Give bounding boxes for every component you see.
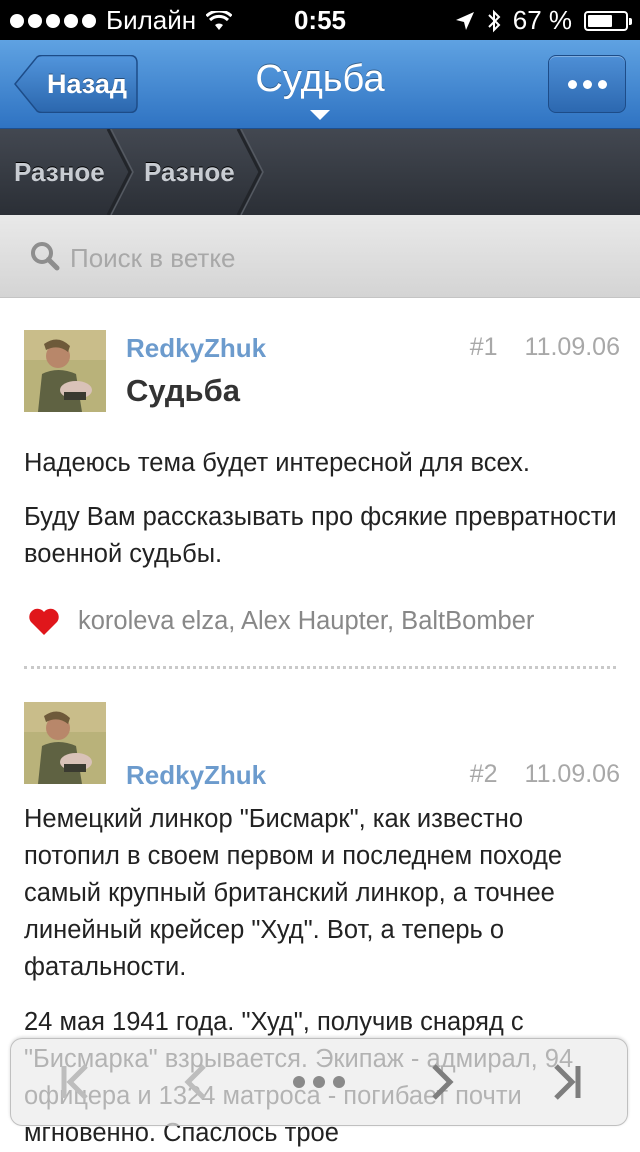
author-name[interactable]: RedkyZhuk [126,333,266,364]
last-page-button[interactable] [531,1039,601,1125]
search-input[interactable] [30,237,632,279]
search-bar [0,215,640,298]
pagination-toolbar [10,1038,628,1126]
post-date: 11.09.06 [524,333,620,361]
bluetooth-icon [488,9,501,32]
status-bar: Билайн 0:55 67 % [0,0,640,40]
avatar[interactable] [24,330,106,412]
author-name[interactable]: RedkyZhuk [126,760,266,791]
breadcrumb-separator-icon [106,129,134,215]
previous-page-button[interactable] [161,1039,231,1125]
more-options-button[interactable] [548,55,626,113]
post-paragraph: Немецкий линкор "Бисмарк", как известно … [24,805,563,981]
post-divider [24,666,616,669]
more-button[interactable] [284,1039,354,1125]
breadcrumb-item[interactable]: Разное [144,129,235,215]
page-title[interactable]: Судьба [0,58,640,101]
post-number[interactable]: #2 [470,760,498,788]
post-paragraph: Надеюсь тема будет интересной для всех. [24,449,530,477]
breadcrumb-separator-icon [236,129,264,215]
breadcrumb: Разное Разное [0,129,640,215]
avatar[interactable] [24,702,106,784]
battery-percent: 67 % [512,5,572,35]
more-icon [293,1076,345,1088]
next-page-icon [432,1064,454,1100]
post: RedkyZhuk #1 11.09.06 Судьба Надеюсь тем… [0,297,640,677]
post-title: Судьба [126,373,240,408]
last-page-icon [554,1064,581,1100]
location-arrow-icon [455,11,474,30]
heart-icon[interactable] [28,608,60,636]
post-meta: #2 11.09.06 [470,760,620,789]
liked-by-users[interactable]: koroleva elza, Alex Haupter, BaltBomber [78,607,534,636]
battery-icon [584,10,632,31]
post-number[interactable]: #1 [470,333,498,361]
post-paragraph: Буду Вам рассказывать про фсякие преврат… [24,503,617,568]
first-page-button[interactable] [41,1039,111,1125]
previous-page-icon [184,1064,206,1100]
ellipsis-icon [567,79,577,89]
post-date: 11.09.06 [524,760,620,788]
first-page-icon [61,1064,88,1100]
breadcrumb-item[interactable]: Разное [14,129,105,215]
post-meta: #1 11.09.06 [470,333,620,362]
caret-down-icon [310,110,330,120]
navigation-bar: Назад Судьба [0,40,640,129]
next-page-button[interactable] [407,1039,477,1125]
likes-row: koroleva elza, Alex Haupter, BaltBomber [28,607,534,636]
